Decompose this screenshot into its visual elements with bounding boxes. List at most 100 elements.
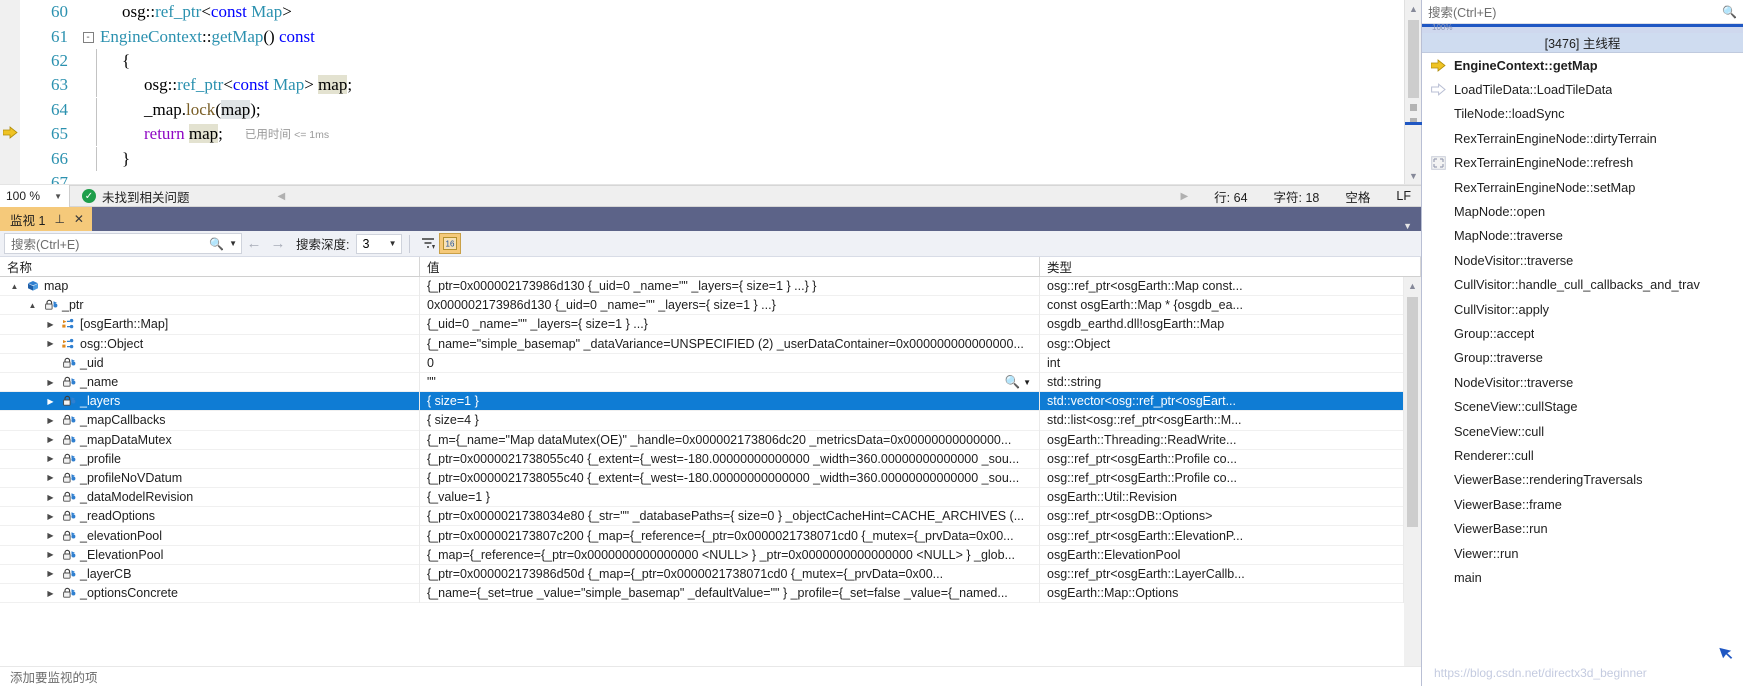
callstack-frame[interactable]: ViewerBase::renderingTraversals (1422, 468, 1743, 492)
callstack-frame[interactable]: RexTerrainEngineNode::refresh (1422, 151, 1743, 175)
watch-value-cell[interactable]: { size=4 } (420, 410, 1040, 430)
outlining-collapse-icon[interactable]: - (82, 27, 96, 47)
watch-value-cell[interactable]: {_m={_name="Map dataMutex(OE)" _handle=0… (420, 430, 1040, 450)
watch-name-cell[interactable]: ▶ osg::Object (0, 334, 420, 354)
editor-glyph-margin[interactable] (0, 0, 20, 184)
indentation-indicator[interactable]: 空格 (1345, 187, 1370, 206)
search-previous-button[interactable]: ← (242, 235, 266, 252)
add-watch-item-row[interactable]: 添加要监视的项 (0, 666, 1421, 686)
watch-value-cell[interactable]: {_map={_reference={_ptr=0x00000000000000… (420, 545, 1040, 565)
watch-value-cell[interactable]: {_name={_set=true _value="simple_basemap… (420, 583, 1040, 603)
table-row[interactable]: ▶ _dataModelRevision {_value=1 } osgEarth::… (0, 487, 1404, 508)
watch-value-cell[interactable]: {_uid=0 _name="" _layers={ size=1 } ...} (420, 314, 1040, 335)
callstack-frame[interactable]: SceneView::cull (1422, 419, 1743, 443)
code-line[interactable]: 64 _map.lock(map); (20, 97, 1404, 122)
scroll-up-button[interactable]: ▲ (1405, 0, 1422, 17)
expand-triangle-icon[interactable]: ▶ (44, 435, 57, 444)
expand-triangle-icon[interactable]: ▶ (44, 531, 57, 540)
callstack-frame[interactable]: ViewerBase::run (1422, 516, 1743, 540)
code-line[interactable]: 65 return map; 已用时间 <= 1ms (20, 122, 1404, 147)
table-row[interactable]: ▶ _mapDataMutex {_m={_name="Map dataMutex(… (0, 430, 1404, 450)
chevron-down-icon[interactable]: ▼ (229, 239, 237, 248)
expand-triangle-icon[interactable]: ▶ (44, 512, 57, 521)
watch-value-cell[interactable]: { size=1 } (420, 391, 1040, 411)
expand-triangle-icon[interactable]: ▶ (44, 339, 57, 348)
watch-name-cell[interactable]: ▶ _dataModelRevision (0, 487, 420, 507)
watch-name-cell[interactable]: ▶ _readOptions (0, 506, 420, 526)
expand-triangle-icon[interactable]: ▶ (44, 569, 57, 578)
watch-value-cell[interactable]: {_ptr=0x0000021738055c40 {_extent={_west… (420, 468, 1040, 488)
watch-value-cell[interactable]: 0x000002173986d130 {_uid=0 _name="" _lay… (420, 295, 1040, 315)
close-icon[interactable]: ✕ (74, 212, 84, 226)
non-current-frame-arrow-icon[interactable] (1428, 83, 1448, 96)
watch-search-input[interactable]: 搜索(Ctrl+E) 🔍 ▼ (4, 233, 242, 254)
watch-value-cell[interactable]: "" 🔍 ▼ (420, 372, 1040, 392)
callstack-frame[interactable]: MapNode::traverse (1422, 224, 1743, 248)
callstack-frame[interactable]: LoadTileData::LoadTileData (1422, 77, 1743, 101)
scroll-right-icon[interactable]: ▶ (1180, 191, 1188, 202)
watch-name-cell[interactable]: ▶ _elevationPool (0, 525, 420, 546)
table-row[interactable]: ▶ osg::Object {_name="simple_basemap" _dat… (0, 334, 1404, 354)
callstack-frame[interactable]: RexTerrainEngineNode::dirtyTerrain (1422, 126, 1743, 150)
watch-value-cell[interactable]: {_value=1 } (420, 487, 1040, 507)
table-row[interactable]: ▶ _profile {_ptr=0x0000021738055c40 {_exte… (0, 449, 1404, 469)
scroll-left-icon[interactable]: ◀ (278, 191, 286, 202)
code-line[interactable]: 63 osg::ref_ptr<const Map> map; (20, 73, 1404, 98)
expand-triangle-icon[interactable]: ▶ (44, 550, 57, 559)
pin-icon[interactable]: ⊥ (54, 212, 64, 226)
search-next-button[interactable]: → (266, 235, 290, 252)
watch-value-cell[interactable]: {_ptr=0x000002173986d50d {_map={_ptr=0x0… (420, 564, 1040, 584)
expand-triangle-icon[interactable]: ▶ (44, 454, 57, 463)
table-row[interactable]: ▶ [osgEarth::Map] {_uid=0 _name="" _layers… (0, 314, 1404, 335)
column-header-type[interactable]: 类型 (1040, 257, 1421, 276)
watch-name-cell[interactable]: ▲ _ptr (0, 295, 420, 315)
chevron-down-icon[interactable]: ▼ (1023, 378, 1031, 387)
code-editor[interactable]: 60 osg::ref_ptr<const Map> 61- EngineContex… (0, 0, 1422, 185)
expand-triangle-icon[interactable]: ▶ (44, 589, 57, 598)
callstack-frame[interactable]: NodeVisitor::traverse (1422, 248, 1743, 272)
watch-value-cell[interactable]: {_ptr=0x000002173986d130 {_uid=0 _name="… (420, 277, 1040, 296)
expand-triangle-icon[interactable]: ▶ (44, 493, 57, 502)
watch-name-cell[interactable]: ▶ _layers (0, 391, 420, 411)
column-header-value[interactable]: 值 (420, 257, 1040, 276)
scroll-up-button[interactable]: ▲ (1404, 277, 1421, 294)
search-depth-combobox[interactable]: 3 ▼ (356, 233, 403, 254)
callstack-frame[interactable]: Group::accept (1422, 321, 1743, 345)
watch-name-cell[interactable]: ▶ _profile (0, 449, 420, 469)
chevron-down-icon[interactable]: ▼ (1403, 221, 1421, 231)
code-line[interactable]: 61- EngineContext::getMap() const (20, 24, 1404, 48)
code-line[interactable]: 62 { (20, 48, 1404, 73)
watch-vertical-scrollbar[interactable]: ▲ (1404, 277, 1421, 666)
expand-frames-icon[interactable] (1428, 155, 1448, 170)
editor-text-area[interactable]: 60 osg::ref_ptr<const Map> 61- EngineContex… (20, 0, 1404, 184)
thread-header[interactable]: [3476] 主线程 (1422, 33, 1743, 53)
expand-triangle-icon[interactable]: ▶ (44, 397, 57, 406)
table-row[interactable]: ▶ _mapCallbacks { size=4 } std::list<osg::r… (0, 410, 1404, 431)
callstack-frame[interactable]: Group::traverse (1422, 346, 1743, 370)
scroll-thumb[interactable] (1407, 297, 1418, 527)
watch-value-cell[interactable]: {_ptr=0x0000021738034e80 {_str="" _datab… (420, 506, 1040, 526)
expand-triangle-icon[interactable]: ▶ (44, 473, 57, 482)
callstack-frame[interactable]: TileNode::loadSync (1422, 102, 1743, 126)
callstack-frame-list[interactable]: EngineContext::getMap LoadTileData::LoadT… (1422, 53, 1743, 662)
table-row[interactable]: _uid 0 int (0, 353, 1404, 373)
watch-name-cell[interactable]: ▶ [osgEarth::Map] (0, 314, 420, 335)
watch-name-cell[interactable]: _uid (0, 353, 420, 373)
table-row[interactable]: ▶ _name "" 🔍 ▼ std::string (0, 372, 1404, 393)
callstack-frame[interactable]: main (1422, 565, 1743, 589)
watch-value-cell[interactable]: {_name="simple_basemap" _dataVariance=UN… (420, 334, 1040, 354)
scroll-thumb[interactable] (1408, 20, 1419, 98)
table-row[interactable]: ▶ _layerCB {_ptr=0x000002173986d50d {_map=… (0, 564, 1404, 584)
watch-name-cell[interactable]: ▶ _mapCallbacks (0, 410, 420, 430)
collapse-triangle-icon[interactable]: ▲ (8, 282, 21, 291)
search-icon[interactable]: 🔍 (1722, 5, 1737, 19)
tab-watch-1[interactable]: 监视 1 ⊥ ✕ (0, 207, 92, 231)
watch-name-cell[interactable]: ▶ _profileNoVDatum (0, 468, 420, 488)
hexadecimal-display-toggle[interactable]: 16 (439, 233, 462, 254)
callstack-frame[interactable]: CullVisitor::handle_cull_callbacks_and_t… (1422, 273, 1743, 297)
callstack-frame[interactable]: EngineContext::getMap (1422, 53, 1743, 77)
watch-table-body[interactable]: ▲ map {_ptr=0x000002173986d130 {_uid=0 _na… (0, 277, 1404, 666)
callstack-frame[interactable]: RexTerrainEngineNode::setMap (1422, 175, 1743, 199)
string-visualizer-icon[interactable]: 🔍 (1005, 375, 1021, 390)
expand-triangle-icon[interactable]: ▶ (44, 378, 57, 387)
